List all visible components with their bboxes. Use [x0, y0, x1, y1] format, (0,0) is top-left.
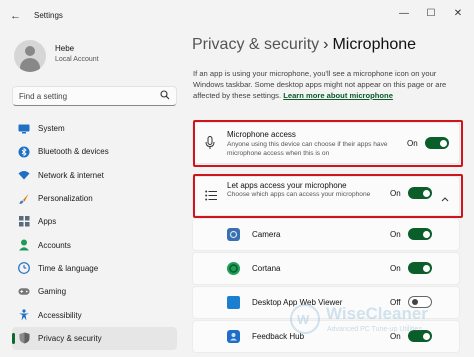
sidebar-item-privacy-security[interactable]: Privacy & security — [12, 326, 177, 350]
account-type: Local Account — [55, 56, 99, 63]
app-row-cortana: Cortana On — [192, 252, 460, 285]
search-placeholder: Find a setting — [19, 92, 68, 101]
person-icon — [18, 239, 30, 251]
app-state: Off — [390, 298, 401, 307]
back-arrow-icon[interactable]: ← — [10, 10, 21, 22]
app-toggle-feedback-hub[interactable] — [408, 330, 432, 342]
microphone-access-card: Microphone access Anyone using this devi… — [192, 122, 460, 164]
web-viewer-app-icon — [227, 296, 240, 309]
monitor-icon — [18, 123, 30, 135]
sidebar-nav: System Bluetooth & devices Network & int… — [12, 117, 177, 350]
avatar — [14, 40, 46, 72]
breadcrumb-parent[interactable]: Privacy & security — [192, 36, 319, 53]
app-access-description: Choose which apps can access your microp… — [227, 191, 371, 198]
paintbrush-icon — [18, 193, 30, 205]
learn-more-link[interactable]: Learn more about microphone — [283, 91, 393, 100]
cortana-app-icon — [227, 262, 240, 275]
globe-clock-icon — [18, 262, 30, 275]
apps-icon — [18, 216, 30, 228]
bluetooth-icon — [18, 146, 30, 158]
app-row-desktop-app-web-viewer: Desktop App Web Viewer Off — [192, 286, 460, 319]
feedback-hub-app-icon — [227, 330, 240, 343]
sidebar-item-gaming[interactable]: Gaming — [12, 280, 177, 303]
intro-text: If an app is using your microphone, you'… — [193, 68, 455, 101]
app-toggle-desktop-app-web-viewer[interactable] — [408, 296, 432, 308]
search-input[interactable]: Find a setting — [12, 86, 177, 106]
app-name: Feedback Hub — [252, 332, 305, 341]
wifi-icon — [18, 169, 30, 181]
app-state: On — [390, 230, 401, 239]
app-access-toggle[interactable] — [408, 187, 432, 199]
app-toggle-cortana[interactable] — [408, 262, 432, 274]
microphone-icon — [205, 136, 215, 155]
sidebar-item-bluetooth[interactable]: Bluetooth & devices — [12, 140, 177, 163]
sidebar-item-personalization[interactable]: Personalization — [12, 187, 177, 210]
app-state: On — [390, 332, 401, 341]
microphone-access-state: On — [407, 139, 418, 148]
gamepad-icon — [18, 286, 30, 298]
breadcrumb-separator: › — [323, 36, 329, 53]
accessibility-icon — [18, 309, 30, 321]
microphone-access-title: Microphone access — [227, 130, 296, 139]
sidebar-item-accounts[interactable]: Accounts — [12, 233, 177, 256]
microphone-access-description: Anyone using this device can choose if t… — [227, 141, 388, 157]
breadcrumb: Privacy & security › Microphone — [192, 36, 416, 54]
close-button[interactable]: ✕ — [450, 7, 466, 21]
list-icon — [205, 188, 217, 206]
chevron-up-icon[interactable] — [441, 189, 449, 207]
app-name: Cortana — [252, 264, 281, 273]
account-name: Hebe — [55, 44, 75, 53]
page-title: Microphone — [332, 36, 417, 53]
sidebar-item-network[interactable]: Network & internet — [12, 164, 177, 187]
app-toggle-camera[interactable] — [408, 228, 432, 240]
minimize-button[interactable]: — — [396, 7, 412, 21]
window-title: Settings — [34, 11, 63, 20]
app-access-title: Let apps access your microphone — [227, 181, 347, 190]
sidebar-item-accessibility[interactable]: Accessibility — [12, 303, 177, 326]
search-icon — [160, 90, 170, 103]
app-state: On — [390, 264, 401, 273]
app-row-camera: Camera On — [192, 218, 460, 251]
sidebar-item-apps[interactable]: Apps — [12, 210, 177, 233]
camera-app-icon — [227, 228, 240, 241]
app-access-card: Let apps access your microphone Choose w… — [192, 176, 460, 216]
title-bar: ← Settings — ☐ ✕ — [0, 0, 474, 32]
sidebar-item-system[interactable]: System — [12, 117, 177, 140]
app-row-feedback-hub: Feedback Hub On — [192, 320, 460, 353]
app-name: Desktop App Web Viewer — [252, 298, 343, 307]
app-access-state: On — [390, 189, 401, 198]
sidebar-item-time-language[interactable]: Time & language — [12, 257, 177, 280]
maximize-button[interactable]: ☐ — [423, 7, 439, 21]
microphone-access-toggle[interactable] — [425, 137, 449, 149]
shield-icon — [18, 332, 30, 344]
app-name: Camera — [252, 230, 281, 239]
